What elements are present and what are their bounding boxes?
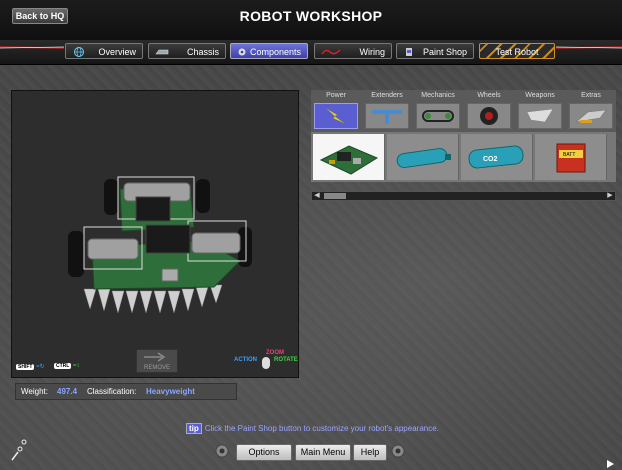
blue-cylinder-part[interactable]: [387, 134, 459, 180]
ctrl-key: CTRL: [54, 363, 72, 369]
tab-test-robot[interactable]: Test Robot: [479, 43, 555, 59]
belt-icon: [422, 110, 454, 122]
classification-label: Classification:: [87, 387, 137, 396]
circuit-board-part[interactable]: [313, 134, 385, 180]
rotate-hint: ROTATE: [274, 357, 298, 363]
weight-value: 497.4: [57, 387, 78, 396]
wire-icon: [321, 49, 341, 55]
parts-list: CO2 BATT: [311, 132, 616, 182]
action-hint: ACTION: [234, 357, 257, 363]
category-weapons-label: Weapons: [525, 92, 555, 99]
tab-components[interactable]: Components: [230, 43, 308, 59]
category-wheels-label: Wheels: [477, 92, 501, 99]
tip-badge: tip: [186, 423, 202, 434]
circuit-board-icon: [319, 145, 379, 175]
gear-icon: [238, 48, 246, 56]
tab-overview-label: Overview: [98, 47, 136, 57]
category-extras-label: Extras: [581, 92, 601, 99]
red-battery-icon: BATT: [556, 143, 586, 173]
weight-label: Weight:: [21, 387, 48, 396]
options-button[interactable]: Options: [236, 444, 292, 461]
category-mechanics-label: Mechanics: [421, 92, 455, 99]
category-extras[interactable]: Extras: [566, 90, 616, 132]
category-power-label: Power: [326, 92, 346, 99]
tab-test-robot-label: Test Robot: [495, 47, 539, 57]
remove-label: REMOVE: [143, 365, 170, 371]
rotate-arrow-icon: =↻: [36, 364, 45, 370]
wheel-icon: [480, 107, 498, 125]
tip-text: Click the Paint Shop button to customize…: [204, 424, 439, 433]
scroll-thumb[interactable]: [324, 193, 346, 199]
tab-paint-shop[interactable]: Paint Shop: [396, 43, 474, 59]
shift-key: SHIFT: [16, 364, 35, 370]
tab-components-label: Components: [249, 47, 301, 57]
extender-icon: [372, 110, 402, 124]
tab-wiring-label: Wiring: [359, 47, 385, 57]
co2-canister-icon: CO2: [468, 145, 524, 169]
parts-scrollbar[interactable]: ◀ ▶: [311, 191, 616, 201]
gear-icon: [215, 444, 229, 458]
co2-canister-part[interactable]: CO2: [461, 134, 533, 180]
tip-message: tip Click the Paint Shop button to custom…: [186, 423, 439, 434]
category-extenders[interactable]: Extenders: [362, 90, 412, 132]
vertical-arrow-icon: =↕: [73, 363, 80, 369]
remove-part-button[interactable]: REMOVE: [136, 349, 178, 373]
mouse-icon: [262, 357, 270, 369]
tab-chassis[interactable]: Chassis: [148, 43, 226, 59]
zoom-hint: ZOOM: [266, 350, 284, 356]
category-power[interactable]: Power: [311, 90, 361, 132]
robot-model[interactable]: [64, 169, 254, 319]
blade-icon: [526, 108, 554, 123]
scroll-right-icon[interactable]: ▶: [605, 192, 615, 200]
play-icon[interactable]: [606, 460, 614, 468]
robot-3d-viewport[interactable]: REMOVE SHIFT =↻ CTRL =↕ ZOOM ACTION ROTA…: [11, 90, 299, 378]
tool-icon[interactable]: [10, 438, 30, 462]
battery-label: BATT: [563, 152, 575, 158]
blue-cylinder-icon: [396, 147, 451, 169]
chassis-icon: [155, 49, 169, 55]
extras-icon: [574, 109, 607, 123]
help-button[interactable]: Help: [353, 444, 387, 461]
page-title: ROBOT WORKSHOP: [239, 8, 383, 24]
decorative-wire-left: [0, 46, 64, 49]
category-weapons[interactable]: Weapons: [515, 90, 565, 132]
classification-value: Heavyweight: [146, 387, 195, 396]
tab-paint-shop-label: Paint Shop: [422, 47, 467, 57]
paint-icon: [406, 48, 412, 56]
category-extenders-label: Extenders: [371, 92, 403, 99]
tab-wiring[interactable]: Wiring: [314, 43, 392, 59]
main-menu-button[interactable]: Main Menu: [295, 444, 351, 461]
co2-label: CO2: [483, 156, 498, 163]
scroll-left-icon[interactable]: ◀: [312, 192, 322, 200]
red-battery-part[interactable]: BATT: [535, 134, 607, 180]
robot-info-bar: Weight: 497.4 Classification: Heavyweigh…: [15, 383, 237, 400]
decorative-wire-right: [556, 46, 622, 49]
category-row: Power Extenders Mechanics Wheels Weapons…: [311, 90, 616, 132]
gear-icon: [391, 444, 405, 458]
tab-chassis-label: Chassis: [186, 47, 219, 57]
category-mechanics[interactable]: Mechanics: [413, 90, 463, 132]
globe-icon: [74, 47, 84, 57]
category-wheels[interactable]: Wheels: [464, 90, 514, 132]
wrench-icon: [144, 352, 166, 362]
tab-overview[interactable]: Overview: [65, 43, 143, 59]
shift-rotate-hint: SHIFT =↻: [16, 363, 45, 370]
ctrl-move-hint: CTRL =↕: [54, 363, 80, 369]
lightning-icon: [326, 108, 345, 124]
